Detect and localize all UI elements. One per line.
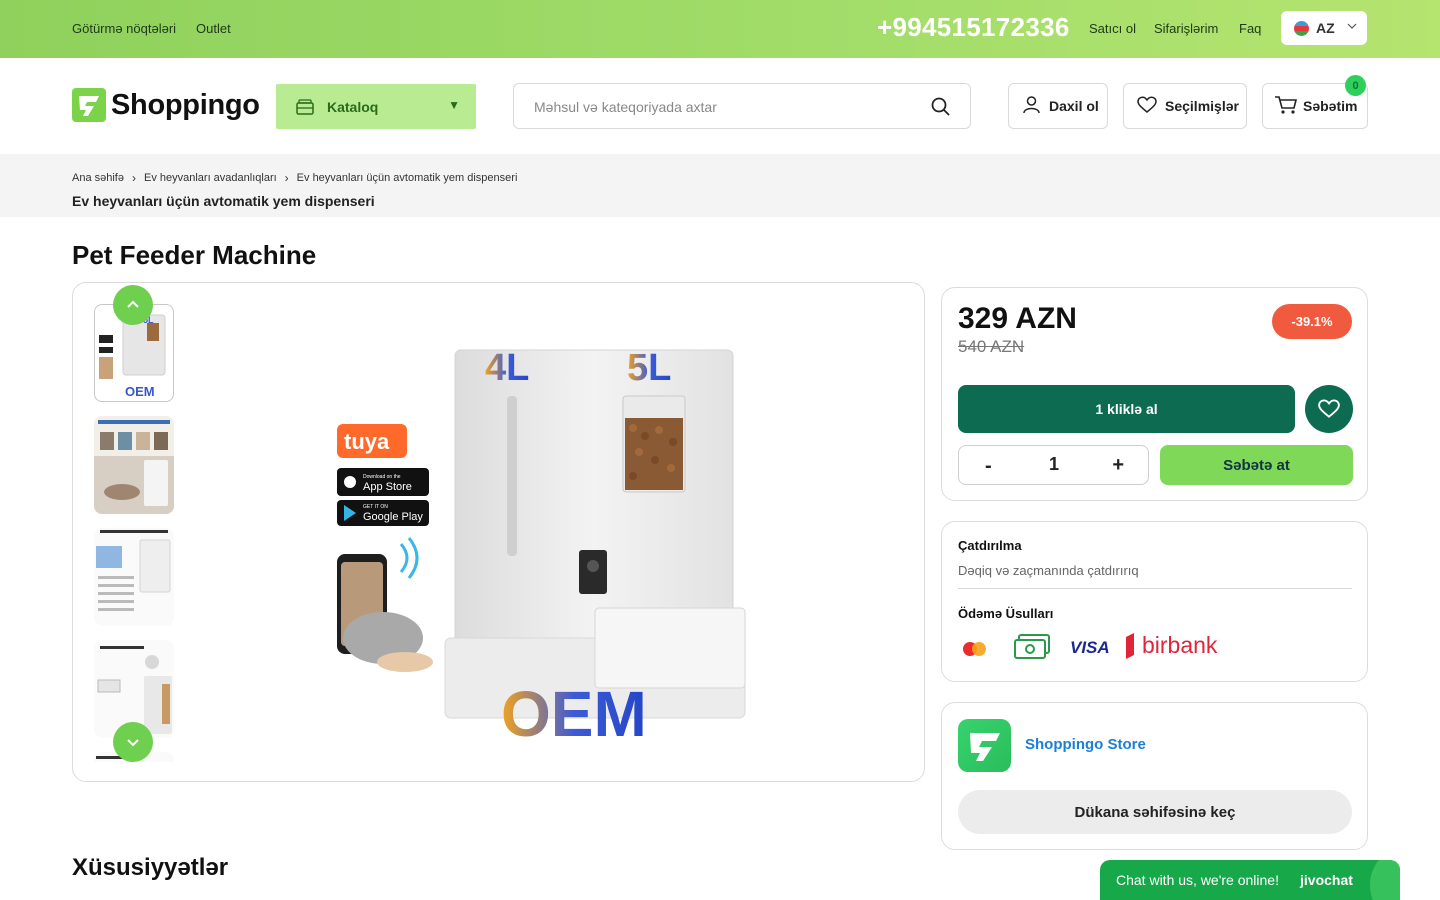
cart-icon xyxy=(1274,95,1298,118)
quantity-decrease-button[interactable]: - xyxy=(985,455,992,478)
divider xyxy=(958,588,1352,589)
google-play-badge: Google Play xyxy=(363,511,423,523)
mastercard-icon xyxy=(960,640,990,663)
chevron-down-icon xyxy=(127,739,139,747)
triangle-down-icon: ▼ xyxy=(448,98,460,112)
one-click-buy-button[interactable]: 1 kliklə al xyxy=(958,385,1295,433)
chevron-down-icon xyxy=(1347,21,1357,34)
app-store-caption: Download on the xyxy=(363,474,401,480)
catalog-label: Kataloq xyxy=(327,98,379,115)
store-box: Shoppingo Store Dükana səhifəsinə keç xyxy=(941,702,1368,850)
breadcrumb-home[interactable]: Ana səhifə xyxy=(72,172,124,184)
brand-label-oem: OEM xyxy=(501,678,647,748)
outlet-link[interactable]: Outlet xyxy=(196,21,231,36)
capacity-label-5l: 5L xyxy=(627,347,671,389)
shoppingo-logo[interactable]: Shoppingo xyxy=(72,88,260,122)
price-box: 329 AZN 540 AZN -39.1% 1 kliklə al - 1 +… xyxy=(941,287,1368,501)
payment-methods-title: Ödəmə Üsulları xyxy=(958,606,1054,621)
discount-badge: -39.1% xyxy=(1272,304,1352,339)
phone-number[interactable]: +994515172336 xyxy=(877,12,1070,43)
login-button[interactable]: Daxil ol xyxy=(1008,83,1108,129)
category-title: Ev heyvanları üçün avtomatik yem dispens… xyxy=(72,193,375,209)
chat-message: Chat with us, we're online! xyxy=(1116,872,1279,888)
search-input[interactable] xyxy=(534,96,914,118)
features-heading: Xüsusiyyətlər xyxy=(72,854,229,881)
birbank-text: birbank xyxy=(1142,632,1218,658)
pickup-points-link[interactable]: Götürmə nöqtələri xyxy=(72,21,176,36)
search-box xyxy=(513,83,971,129)
jivochat-logo: jivochat xyxy=(1300,872,1353,888)
breadcrumb-pet-equipment[interactable]: Ev heyvanları avadanlıqları xyxy=(144,172,277,184)
chevron-up-icon xyxy=(127,300,139,308)
add-to-cart-button[interactable]: Səbətə at xyxy=(1160,445,1353,485)
quantity-increase-button[interactable]: + xyxy=(1112,454,1124,477)
capacity-label-4l: 4L xyxy=(485,347,529,389)
add-to-favorites-button[interactable] xyxy=(1305,385,1353,433)
my-orders-link[interactable]: Sifarişlərim xyxy=(1154,21,1218,36)
product-title: Pet Feeder Machine xyxy=(72,240,317,270)
delivery-title: Çatdırılma xyxy=(958,538,1022,553)
quantity-stepper: - 1 + xyxy=(958,445,1149,485)
cart-label: Səbətim xyxy=(1303,98,1358,114)
thumbnails-up-button[interactable] xyxy=(113,285,153,325)
current-price: 329 AZN xyxy=(958,302,1077,335)
main-product-image: 4L 5L OEM tuya Download on the App Store… xyxy=(333,338,753,750)
store-name-link[interactable]: Shoppingo Store xyxy=(1025,736,1146,753)
birbank-logo: birbank xyxy=(1124,632,1217,659)
chevron-right-icon: › xyxy=(284,171,289,185)
search-icon[interactable] xyxy=(931,97,950,121)
breadcrumb: Ana səhifə › Ev heyvanları avadanlıqları… xyxy=(72,171,517,185)
become-seller-link[interactable]: Satıcı ol xyxy=(1089,21,1136,36)
language-code: AZ xyxy=(1316,20,1335,36)
thumbnail-2[interactable] xyxy=(94,416,174,514)
quantity-value[interactable]: 1 xyxy=(1049,454,1059,475)
app-store-badge: App Store xyxy=(363,481,412,493)
visa-logo: VISA xyxy=(1070,638,1110,657)
cart-count-badge: 0 xyxy=(1345,75,1366,96)
faq-link[interactable]: Faq xyxy=(1239,21,1261,36)
heart-icon xyxy=(1318,399,1340,418)
thumbnail-list: 5L OEM xyxy=(94,304,174,762)
cash-icon xyxy=(1014,634,1050,665)
azerbaijan-flag-icon xyxy=(1294,20,1309,36)
logo-text: Shoppingo xyxy=(111,88,260,121)
user-icon xyxy=(1022,95,1041,117)
breadcrumb-current[interactable]: Ev heyvanları üçün avtomatik yem dispens… xyxy=(297,172,518,184)
store-logo-icon[interactable] xyxy=(958,719,1011,772)
thumbnail-3[interactable] xyxy=(94,528,174,626)
catalog-button[interactable]: Kataloq ▼ xyxy=(276,84,476,129)
box-icon xyxy=(296,98,314,115)
chat-widget[interactable]: Chat with us, we're online! jivochat xyxy=(1100,860,1400,900)
favorites-button[interactable]: Seçilmişlər xyxy=(1123,83,1247,129)
chevron-right-icon: › xyxy=(131,171,136,185)
google-play-caption: GET IT ON xyxy=(363,504,388,510)
go-to-store-button[interactable]: Dükana səhifəsinə keç xyxy=(958,790,1352,834)
thumbnail-caption: OEM xyxy=(125,384,155,399)
heart-icon xyxy=(1137,95,1157,117)
top-bar: Götürmə nöqtələri Outlet +994515172336 S… xyxy=(0,0,1440,58)
login-label: Daxil ol xyxy=(1049,98,1099,114)
thumbnails-down-button[interactable] xyxy=(113,722,153,762)
breadcrumb-band: Ana səhifə › Ev heyvanları avadanlıqları… xyxy=(0,154,1440,217)
tuya-logo: tuya xyxy=(344,429,390,454)
delivery-subtitle: Dəqiq və zaçmanında çatdırırıq xyxy=(958,563,1139,578)
logo-mark-icon xyxy=(72,88,106,122)
chat-decoration xyxy=(1370,860,1400,900)
language-selector[interactable]: AZ xyxy=(1281,11,1367,45)
favorites-label: Seçilmişlər xyxy=(1165,98,1239,114)
old-price: 540 AZN xyxy=(958,337,1025,356)
product-gallery: 5L OEM 4L 5L OEM tuya Download on the Ap… xyxy=(72,282,925,782)
delivery-box: Çatdırılma Dəqiq və zaçmanında çatdırırı… xyxy=(941,521,1368,682)
